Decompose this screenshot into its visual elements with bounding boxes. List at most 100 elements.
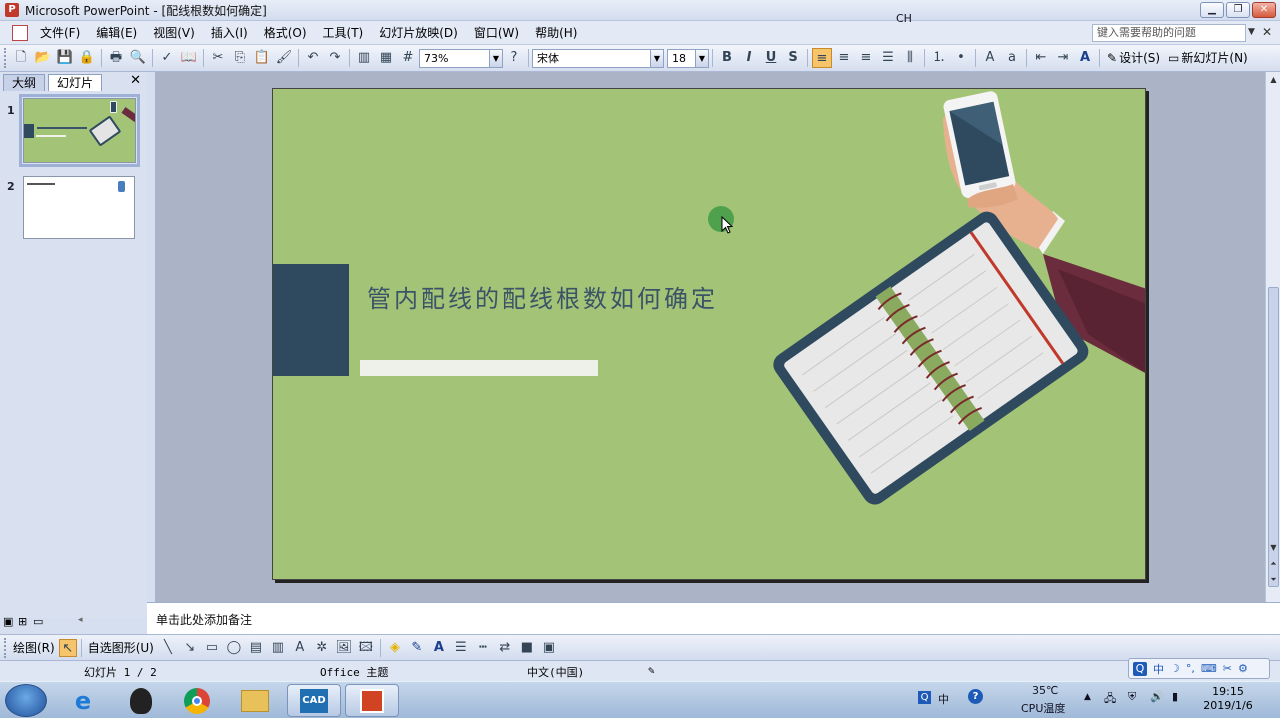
font-color-icon[interactable]: A bbox=[429, 638, 449, 658]
powerpoint-app[interactable] bbox=[345, 684, 399, 717]
tab-slides[interactable]: 幻灯片 bbox=[48, 74, 103, 91]
arrow-icon[interactable]: ↘ bbox=[180, 638, 200, 658]
format-painter-icon[interactable]: 🖌 bbox=[274, 48, 294, 68]
next-slide-icon[interactable]: ⏷ bbox=[1266, 572, 1280, 587]
permission-icon[interactable]: 🔒 bbox=[77, 48, 97, 68]
print-preview-icon[interactable]: 🔍 bbox=[128, 48, 148, 68]
vertical-scrollbar[interactable]: ▲ ▼ ⏶ ⏷ bbox=[1265, 72, 1280, 602]
ime-moon-icon[interactable]: ☽ bbox=[1170, 662, 1180, 675]
dash-style-icon[interactable]: ┅ bbox=[473, 638, 493, 658]
increase-font-icon[interactable]: A bbox=[980, 48, 1000, 68]
explorer-app[interactable] bbox=[228, 684, 282, 717]
close-button[interactable]: ✕ bbox=[1252, 2, 1276, 18]
toolbar-grip[interactable] bbox=[4, 48, 7, 68]
toolbar-grip[interactable] bbox=[4, 637, 7, 658]
shadow-button[interactable]: S bbox=[783, 48, 803, 68]
redo-icon[interactable]: ↷ bbox=[325, 48, 345, 68]
qq-app[interactable] bbox=[114, 684, 168, 717]
battery-icon[interactable]: ▮ bbox=[1172, 690, 1178, 703]
scroll-down-icon[interactable]: ▼ bbox=[1266, 540, 1280, 555]
network-icon[interactable]: 🖧 bbox=[1104, 690, 1116, 709]
chevron-down-icon[interactable]: ▼ bbox=[650, 49, 663, 67]
autoshapes-button[interactable]: 自选图形(U) bbox=[85, 639, 157, 656]
menu-insert[interactable]: 插入(I) bbox=[203, 22, 256, 44]
notes-pane[interactable]: 单击此处添加备注 bbox=[147, 602, 1280, 634]
normal-view-icon[interactable]: ▣ bbox=[3, 615, 13, 628]
research-icon[interactable]: 📖 bbox=[179, 48, 199, 68]
ime-logo-icon[interactable]: Q bbox=[1133, 661, 1147, 676]
decrease-font-icon[interactable]: a bbox=[1002, 48, 1022, 68]
insert-table-icon[interactable]: ▦ bbox=[376, 48, 396, 68]
font-size-select[interactable]: 18 ▼ bbox=[667, 48, 709, 68]
help-icon[interactable]: ? bbox=[504, 48, 524, 68]
menu-tools[interactable]: 工具(T) bbox=[315, 22, 372, 44]
document-close-icon[interactable]: ✕ bbox=[1262, 25, 1272, 39]
show-hidden-icons-icon[interactable]: ▲ bbox=[1084, 692, 1091, 702]
scroll-left-icon[interactable]: ◂ bbox=[78, 615, 83, 625]
font-color-icon[interactable]: A bbox=[1075, 48, 1095, 68]
italic-button[interactable]: I bbox=[739, 48, 759, 68]
ime-settings-icon[interactable]: ⚙ bbox=[1238, 662, 1248, 675]
scroll-up-icon[interactable]: ▲ bbox=[1266, 72, 1280, 87]
chevron-down-icon[interactable]: ▼ bbox=[489, 49, 502, 67]
new-slide-button[interactable]: ▭ 新幻灯片(N) bbox=[1164, 48, 1252, 68]
shadow-style-icon[interactable]: ■ bbox=[517, 638, 537, 658]
rectangle-icon[interactable]: ▭ bbox=[202, 638, 222, 658]
slideshow-view-icon[interactable]: ▭ bbox=[33, 615, 43, 628]
wordart-icon[interactable]: A bbox=[290, 638, 310, 658]
font-name-select[interactable]: 宋体 ▼ bbox=[532, 48, 664, 68]
chevron-down-icon[interactable]: ▼ bbox=[695, 49, 708, 67]
cut-icon[interactable]: ✂ bbox=[208, 48, 228, 68]
slide-canvas[interactable]: 管内配线的配线根数如何确定 bbox=[272, 88, 1146, 580]
zoom-select[interactable]: 73% ▼ bbox=[419, 48, 503, 68]
diagram-icon[interactable]: ✲ bbox=[312, 638, 332, 658]
language-indicator[interactable]: CH bbox=[896, 12, 912, 25]
close-icon[interactable]: ✕ bbox=[130, 73, 141, 88]
align-left-icon[interactable]: ≡ bbox=[812, 48, 832, 68]
spelling-icon[interactable]: ✓ bbox=[157, 48, 177, 68]
draw-menu-button[interactable]: 绘图(R) bbox=[10, 639, 58, 656]
underline-button[interactable]: U bbox=[761, 48, 781, 68]
menu-format[interactable]: 格式(O) bbox=[256, 22, 315, 44]
bold-button[interactable]: B bbox=[717, 48, 737, 68]
start-button[interactable] bbox=[5, 684, 47, 717]
textbox-icon[interactable]: ▤ bbox=[246, 638, 266, 658]
ime-keyboard-icon[interactable]: ⌨ bbox=[1201, 662, 1217, 675]
numbering-icon[interactable]: ⒈ bbox=[929, 48, 949, 68]
oval-icon[interactable]: ◯ bbox=[224, 638, 244, 658]
undo-icon[interactable]: ↶ bbox=[303, 48, 323, 68]
select-objects-icon[interactable]: ↖ bbox=[58, 638, 77, 657]
cad-app[interactable]: CAD bbox=[287, 684, 341, 717]
increase-indent-icon[interactable]: ⇥ bbox=[1053, 48, 1073, 68]
design-button[interactable]: ✎ 设计(S) bbox=[1103, 48, 1164, 68]
chrome-app[interactable] bbox=[170, 684, 224, 717]
picture-icon[interactable]: 🖾 bbox=[356, 638, 376, 658]
line-style-icon[interactable]: ☰ bbox=[451, 638, 471, 658]
align-center-icon[interactable]: ≡ bbox=[834, 48, 854, 68]
print-icon[interactable]: 🖶 bbox=[106, 48, 126, 68]
open-icon[interactable]: 📂 bbox=[33, 48, 53, 68]
slide-thumbnail-1[interactable] bbox=[19, 94, 140, 167]
align-right-icon[interactable]: ≡ bbox=[856, 48, 876, 68]
ime-tray-icon[interactable]: Q bbox=[918, 691, 931, 704]
insert-chart-icon[interactable]: ▥ bbox=[354, 48, 374, 68]
tab-outline[interactable]: 大纲 bbox=[3, 74, 46, 91]
help-search-input[interactable]: 键入需要帮助的问题 bbox=[1092, 24, 1246, 42]
text-direction-icon[interactable]: ⫼ bbox=[900, 48, 920, 68]
slide-title[interactable]: 管内配线的配线根数如何确定 bbox=[367, 279, 718, 314]
arrow-style-icon[interactable]: ⇄ bbox=[495, 638, 515, 658]
minimize-button[interactable]: ▁ bbox=[1200, 2, 1224, 18]
copy-icon[interactable]: ⎘ bbox=[230, 48, 250, 68]
previous-slide-icon[interactable]: ⏶ bbox=[1266, 556, 1280, 571]
bullets-icon[interactable]: • bbox=[951, 48, 971, 68]
vertical-textbox-icon[interactable]: ▥ bbox=[268, 638, 288, 658]
line-color-icon[interactable]: ✎ bbox=[407, 638, 427, 658]
menu-slideshow[interactable]: 幻灯片放映(D) bbox=[371, 22, 466, 44]
menu-file[interactable]: 文件(F) bbox=[32, 22, 88, 44]
ime-chinese-mode[interactable]: 中 bbox=[1153, 661, 1164, 677]
save-icon[interactable]: 💾 bbox=[55, 48, 75, 68]
paste-icon[interactable]: 📋 bbox=[252, 48, 272, 68]
security-icon[interactable]: ⛨ bbox=[1128, 690, 1136, 704]
menu-help[interactable]: 帮助(H) bbox=[527, 22, 585, 44]
grid-icon[interactable]: # bbox=[398, 48, 418, 68]
